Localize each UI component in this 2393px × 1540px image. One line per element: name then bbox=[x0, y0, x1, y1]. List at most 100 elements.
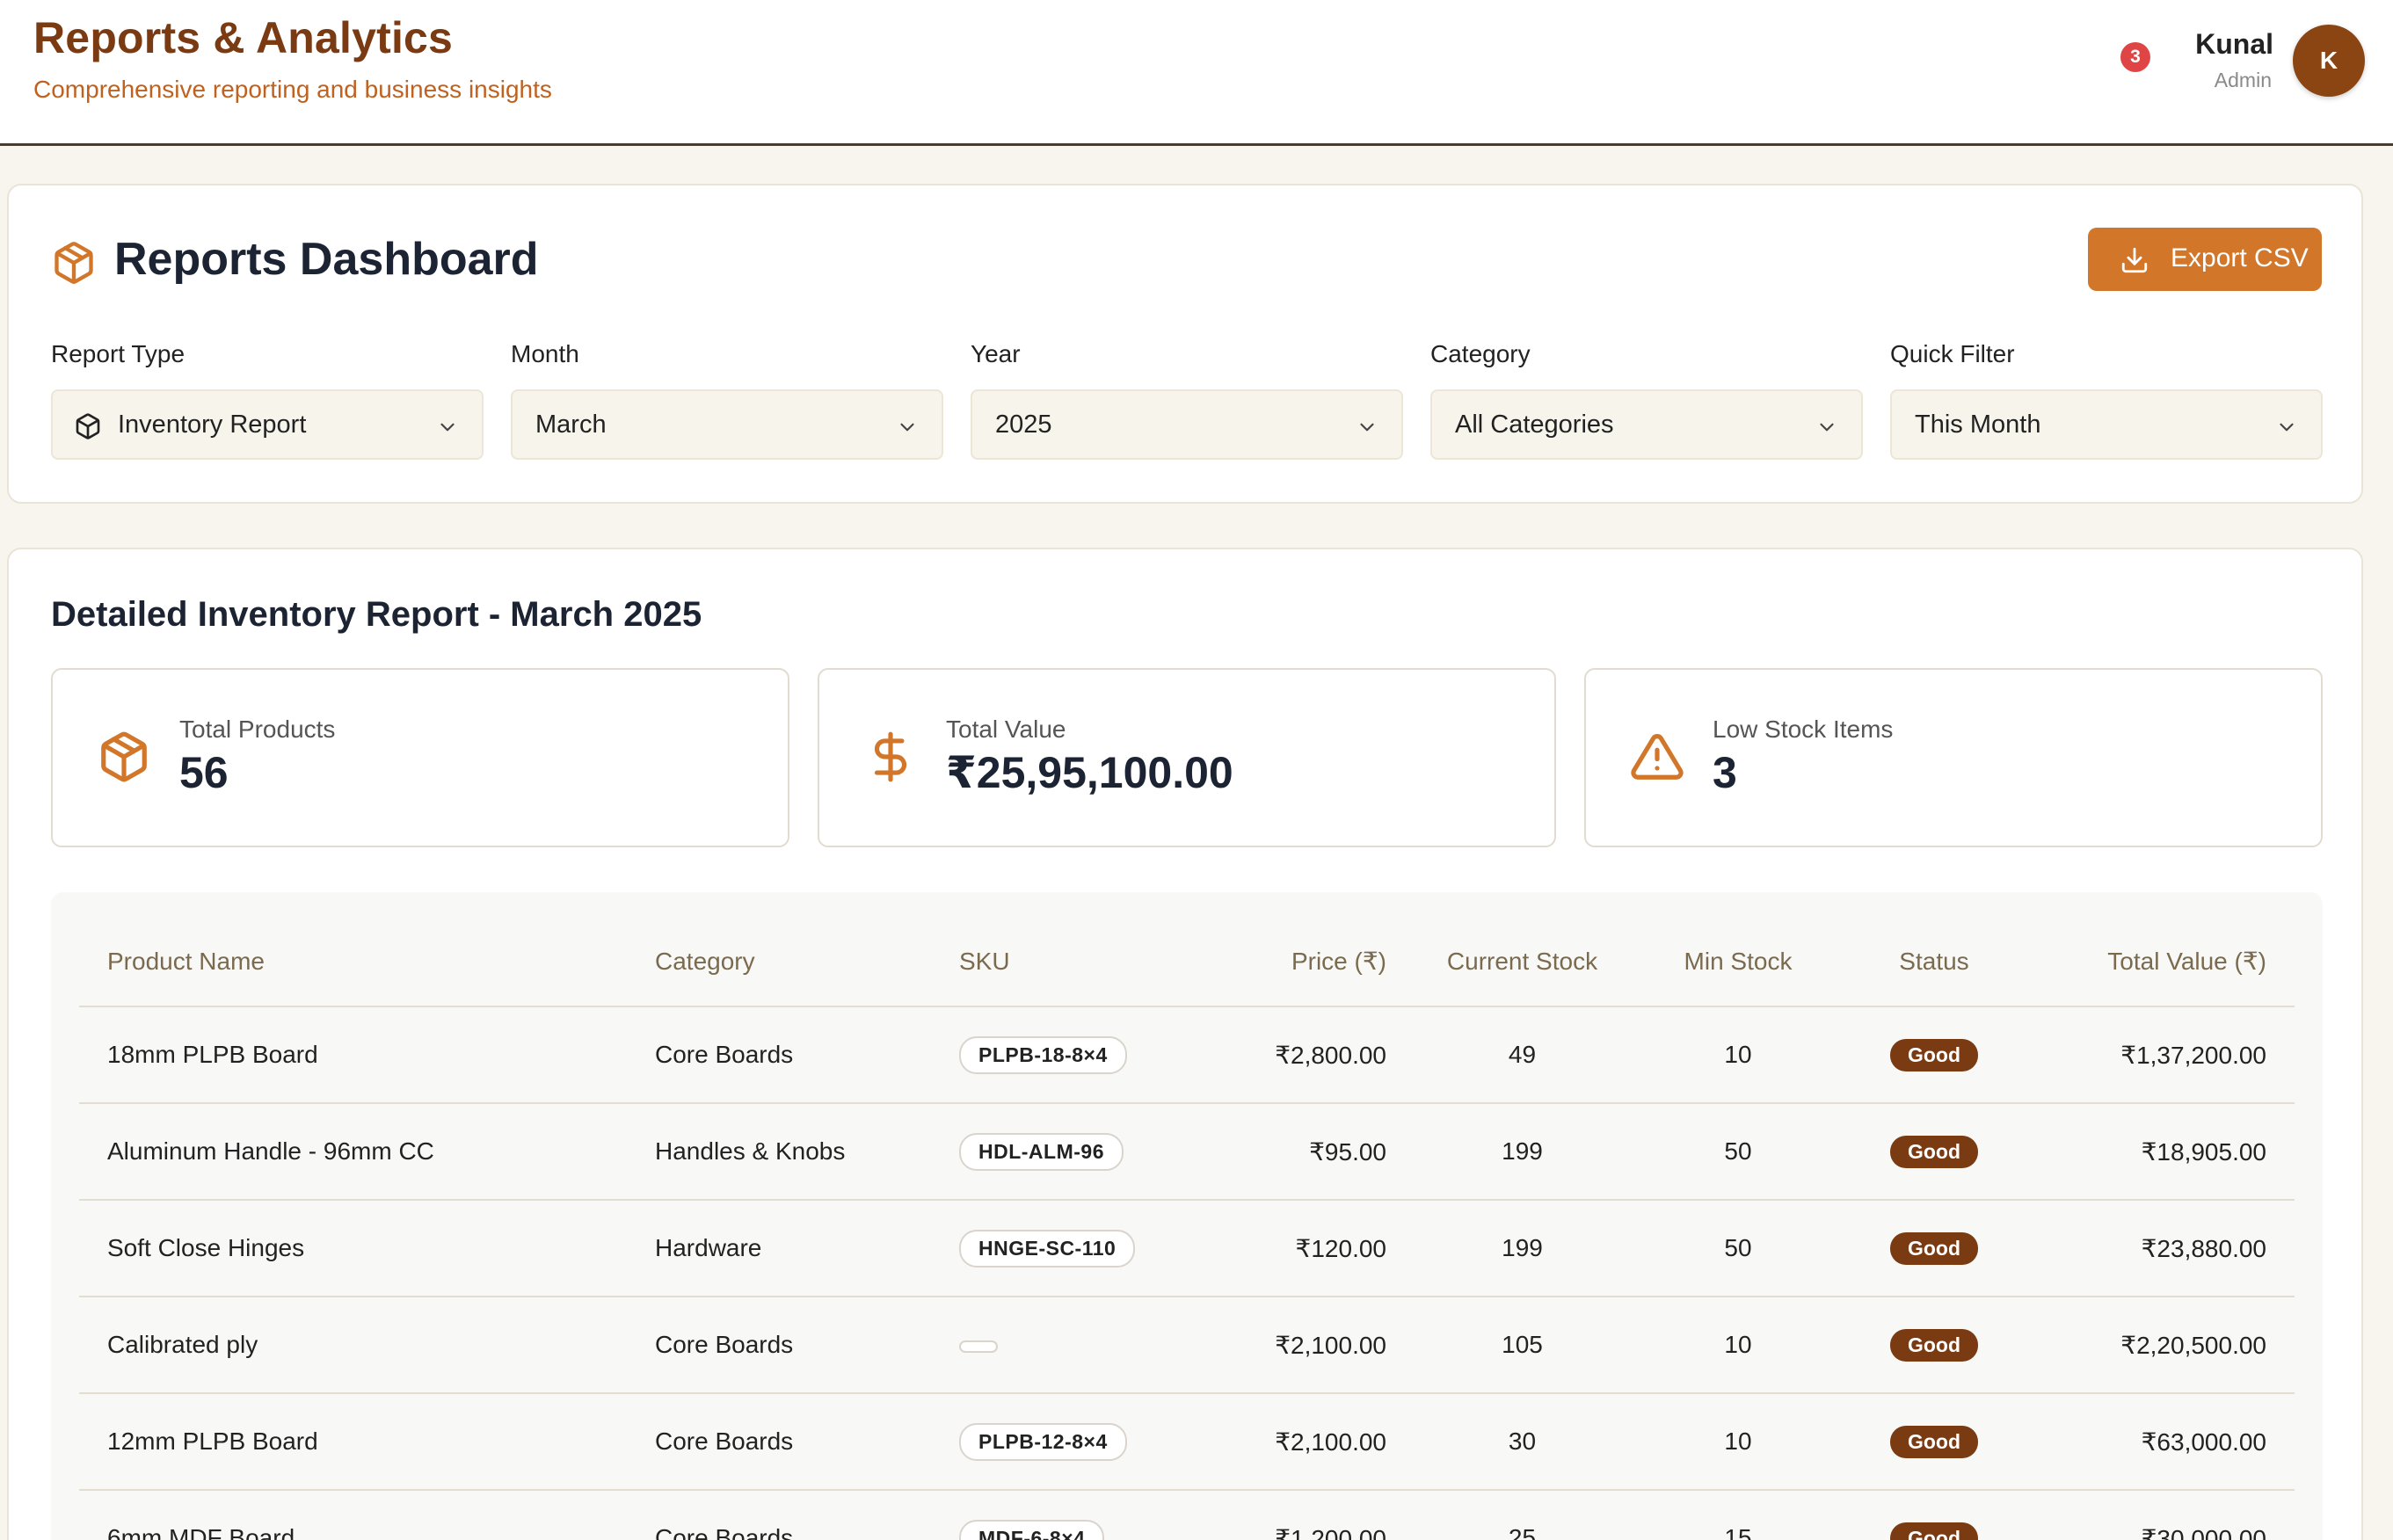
min-stock: 10 bbox=[1630, 1297, 1846, 1394]
table-row[interactable]: 18mm PLPB Board Core Boards PLPB-18-8×4 … bbox=[79, 1006, 2295, 1104]
product-name: Calibrated ply bbox=[79, 1297, 627, 1394]
select-value: 2025 bbox=[995, 410, 1052, 439]
dashboard-title: Reports Dashboard bbox=[114, 234, 539, 285]
sku-tag: HDL-ALM-96 bbox=[959, 1132, 1124, 1171]
filter-label: Year bbox=[971, 340, 1021, 367]
status-badge: Good bbox=[1889, 1328, 1979, 1362]
package-icon bbox=[55, 242, 93, 284]
avatar[interactable]: K bbox=[2293, 25, 2365, 97]
column-header[interactable]: Product Name bbox=[79, 917, 627, 1007]
stat-label: Low Stock Items bbox=[1713, 716, 1894, 743]
chevron-down-icon bbox=[1360, 423, 1374, 432]
current-stock: 105 bbox=[1415, 1297, 1630, 1394]
stat-value: ₹25,95,100.00 bbox=[946, 748, 1233, 797]
report-title: Detailed Inventory Report - March 2025 bbox=[51, 595, 702, 634]
column-header[interactable]: SKU bbox=[931, 917, 1195, 1007]
table-row[interactable]: 6mm MDF Board Core Boards MDF-6-8×4 ₹1,2… bbox=[79, 1490, 2295, 1540]
product-price: ₹95.00 bbox=[1195, 1103, 1415, 1201]
current-stock: 30 bbox=[1415, 1393, 1630, 1491]
month-select[interactable]: March bbox=[511, 389, 943, 460]
filter-label: Category bbox=[1430, 340, 1531, 367]
product-name: Aluminum Handle - 96mm CC bbox=[79, 1103, 627, 1201]
product-category: Hardware bbox=[627, 1200, 931, 1297]
year-select[interactable]: 2025 bbox=[971, 389, 1403, 460]
status-badge: Good bbox=[1889, 1425, 1979, 1458]
select-value: All Categories bbox=[1455, 410, 1614, 439]
min-stock: 50 bbox=[1630, 1200, 1846, 1297]
quick-filter-select[interactable]: This Month bbox=[1890, 389, 2323, 460]
total-value: ₹2,20,500.00 bbox=[2022, 1297, 2295, 1394]
column-header[interactable]: Current Stock bbox=[1415, 917, 1630, 1007]
select-value: March bbox=[535, 410, 607, 439]
sku-tag: HNGE-SC-110 bbox=[959, 1229, 1136, 1268]
product-name: 12mm PLPB Board bbox=[79, 1393, 627, 1491]
total-value: ₹63,000.00 bbox=[2022, 1393, 2295, 1491]
sku-tag: MDF-6-8×4 bbox=[959, 1519, 1105, 1540]
stat-label: Total Value bbox=[946, 716, 1066, 743]
product-name: Soft Close Hinges bbox=[79, 1200, 627, 1297]
min-stock: 10 bbox=[1630, 1393, 1846, 1491]
status-badge: Good bbox=[1889, 1231, 1979, 1265]
stat-total-products: Total Products 56 bbox=[51, 668, 789, 847]
min-stock: 50 bbox=[1630, 1103, 1846, 1201]
download-icon bbox=[2121, 247, 2148, 273]
current-stock: 199 bbox=[1415, 1200, 1630, 1297]
filter-year: Year 2025 bbox=[971, 340, 1403, 460]
top-header: Reports & Analytics Comprehensive report… bbox=[0, 0, 2393, 146]
reports-dashboard-card: Reports Dashboard Export CSV Report Type… bbox=[7, 184, 2363, 504]
report-type-select[interactable]: Inventory Report bbox=[51, 389, 484, 460]
column-header[interactable]: Category bbox=[627, 917, 931, 1007]
status-badge: Good bbox=[1889, 1135, 1979, 1168]
table-row[interactable]: Calibrated ply Core Boards ₹2,100.00 105… bbox=[79, 1297, 2295, 1394]
inventory-report-card: Detailed Inventory Report - March 2025 T… bbox=[7, 548, 2363, 1540]
filter-quick: Quick Filter This Month bbox=[1890, 340, 2323, 460]
stat-label: Total Products bbox=[179, 716, 336, 743]
product-price: ₹1,200.00 bbox=[1195, 1490, 1415, 1540]
column-header[interactable]: Min Stock bbox=[1630, 917, 1846, 1007]
product-price: ₹2,100.00 bbox=[1195, 1393, 1415, 1491]
filter-label: Month bbox=[511, 340, 579, 367]
table-header-row: Product Name Category SKU Price (₹) Curr… bbox=[79, 917, 2295, 1007]
page-title: Reports & Analytics bbox=[33, 13, 454, 62]
product-category: Core Boards bbox=[627, 1006, 931, 1104]
inventory-table: Product Name Category SKU Price (₹) Curr… bbox=[79, 917, 2295, 1540]
product-price: ₹2,800.00 bbox=[1195, 1006, 1415, 1104]
total-value: ₹30,000.00 bbox=[2022, 1490, 2295, 1540]
column-header[interactable]: Price (₹) bbox=[1195, 917, 1415, 1007]
min-stock: 10 bbox=[1630, 1006, 1846, 1104]
current-stock: 25 bbox=[1415, 1490, 1630, 1540]
product-category: Core Boards bbox=[627, 1297, 931, 1394]
total-value: ₹18,905.00 bbox=[2022, 1103, 2295, 1201]
table-row[interactable]: Aluminum Handle - 96mm CC Handles & Knob… bbox=[79, 1103, 2295, 1201]
column-header[interactable]: Total Value (₹) bbox=[2022, 917, 2295, 1007]
user-role: Admin bbox=[2214, 69, 2272, 91]
product-price: ₹2,100.00 bbox=[1195, 1297, 1415, 1394]
filter-month: Month March bbox=[511, 340, 943, 460]
user-name: Kunal bbox=[2195, 28, 2273, 60]
export-csv-label: Export CSV bbox=[2171, 243, 2309, 272]
chevron-down-icon bbox=[1820, 423, 1834, 432]
export-csv-button[interactable]: Export CSV bbox=[2088, 228, 2322, 291]
select-value: Inventory Report bbox=[118, 410, 307, 439]
total-value: ₹1,37,200.00 bbox=[2022, 1006, 2295, 1104]
product-name: 6mm MDF Board bbox=[79, 1490, 627, 1540]
notification-badge[interactable]: 3 bbox=[2120, 42, 2150, 72]
product-price: ₹120.00 bbox=[1195, 1200, 1415, 1297]
chevron-down-icon bbox=[440, 423, 455, 432]
filter-category: Category All Categories bbox=[1430, 340, 1863, 460]
min-stock: 15 bbox=[1630, 1490, 1846, 1540]
total-value: ₹23,880.00 bbox=[2022, 1200, 2295, 1297]
product-category: Core Boards bbox=[627, 1393, 931, 1491]
sku-tag: PLPB-12-8×4 bbox=[959, 1422, 1127, 1461]
current-stock: 199 bbox=[1415, 1103, 1630, 1201]
filter-label: Report Type bbox=[51, 340, 185, 367]
package-icon bbox=[101, 731, 147, 782]
page-subtitle: Comprehensive reporting and business ins… bbox=[33, 76, 552, 103]
filter-report-type: Report Type Inventory Report bbox=[51, 340, 484, 460]
table-row[interactable]: Soft Close Hinges Hardware HNGE-SC-110 ₹… bbox=[79, 1200, 2295, 1297]
category-select[interactable]: All Categories bbox=[1430, 389, 1863, 460]
status-badge: Good bbox=[1889, 1038, 1979, 1071]
column-header[interactable]: Status bbox=[1846, 917, 2022, 1007]
table-row[interactable]: 12mm PLPB Board Core Boards PLPB-12-8×4 … bbox=[79, 1393, 2295, 1491]
chevron-down-icon bbox=[2280, 423, 2294, 432]
